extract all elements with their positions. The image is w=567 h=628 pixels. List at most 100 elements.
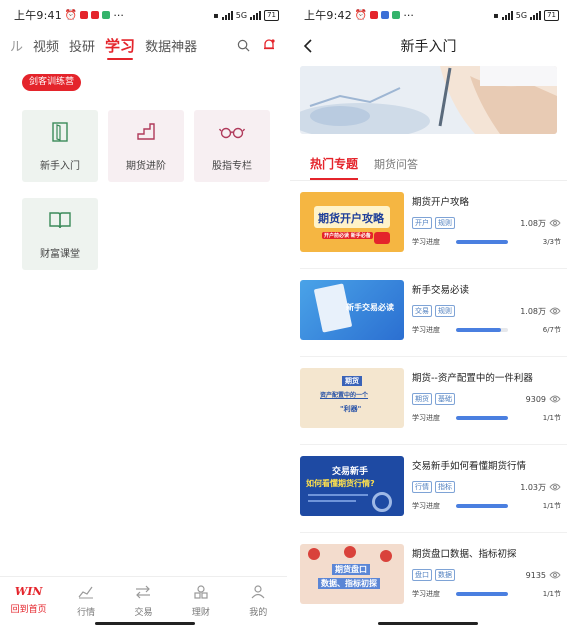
status-time: 上午9:41 [14,9,62,22]
progress-fill [456,592,508,596]
tile-label: 新手入门 [40,160,80,172]
home-indicator[interactable] [95,622,195,625]
nav-label: 交易 [134,608,153,618]
nav-mine[interactable]: 我的 [238,585,278,618]
tab-research[interactable]: 投研 [69,36,95,55]
progress-count: 1/1节 [542,502,561,510]
nav-home[interactable]: WIN 回到首页 [9,585,49,615]
progress-fill [456,240,508,244]
training-camp-badge[interactable]: 剑客训练营 [22,74,82,91]
thumb-subtitle: "利器" [340,405,362,413]
progress-label: 学习进度 [412,326,440,334]
progress-fill [456,504,508,508]
progress-count: 1/1节 [542,590,561,598]
progress-fill [456,416,508,420]
banner-image[interactable] [300,66,557,134]
signal-icon [221,10,233,20]
tab-learning[interactable]: 学习 [105,35,135,60]
tab-data-tools[interactable]: 数据神器 [145,36,197,55]
tab-hot-topics[interactable]: 热门专题 [310,155,359,180]
course-tag: 基础 [435,393,455,405]
thumb-title: 期货开户攻略 [318,212,384,225]
home-indicator[interactable] [378,622,478,625]
tile-advanced[interactable]: 期货进阶 [108,110,184,182]
view-count: 1.03万 [520,482,561,493]
tile-index-column[interactable]: 股指专栏 [194,110,270,182]
more-notifications-icon: ··· [113,8,124,22]
status-time: 上午9:42 [304,9,352,22]
thumb-subtitle: 开户前必读 新手必备 [322,232,373,239]
view-count: 1.08万 [520,306,561,317]
eye-icon [549,571,561,579]
course-title: 期货开户攻略 [412,197,470,208]
tab-cut-off[interactable]: ル [10,36,23,55]
divider [300,356,567,357]
course-tag: 规则 [435,217,455,229]
win-logo-icon: WIN [14,585,43,598]
eye-icon [549,219,561,227]
progress-label: 学习进度 [412,238,440,246]
course-tag: 数据 [435,569,455,581]
course-card[interactable]: 期货 资产配置中的一个 "利器" 期货--资产配置中的一件利器 期货 基础 93… [300,368,561,446]
course-card[interactable]: 期货开户攻略 开户前必读 新手必备 期货开户攻略 开户 规则 1.08万 学习进… [300,192,561,270]
course-card[interactable]: 新手交易必读 新手交易必读 交易 规则 1.08万 学习进度 6/7节 [300,280,561,358]
nav-label: 我的 [249,608,268,618]
page-header: 新手入门 [290,30,567,62]
course-title: 期货盘口数据、指标初探 [412,549,517,560]
chart-icon [78,585,94,602]
tile-beginner[interactable]: 新手入门 [22,110,98,182]
progress-bar [456,328,508,332]
tab-futures-qa[interactable]: 期货问答 [374,156,418,180]
thumb-title: 交易新手 [332,467,369,477]
divider [300,444,567,445]
nav-label: 行情 [77,608,96,618]
course-card[interactable]: 交易新手 如何看懂期货行情? 交易新手如何看懂期货行情 行情 指标 1.03万 … [300,456,561,534]
signal-icon [250,10,262,20]
app-notification-icon [392,11,401,19]
bell-icon[interactable] [261,37,277,53]
course-title: 期货--资产配置中的一件利器 [412,373,533,384]
thumb-title: 期货 [342,376,362,386]
app-notification-icon [381,11,390,19]
thumb-subtitle: 如何看懂期货行情? [306,479,375,488]
network-type: 5G [235,10,248,20]
course-title: 新手交易必读 [412,285,470,296]
progress-label: 学习进度 [412,502,440,510]
top-nav: ル 视频 投研 学习 数据神器 [0,30,287,60]
tile-wealth-class[interactable]: 财富课堂 [22,198,98,270]
signal-icon [501,10,513,20]
exchange-icon [135,585,151,602]
more-notifications-icon: ··· [403,8,414,22]
back-arrow-icon[interactable] [298,36,318,56]
tab-video[interactable]: 视频 [33,36,59,55]
eye-icon [549,395,561,403]
course-tag: 开户 [412,217,432,229]
message-icon: ▪ [493,10,499,20]
progress-label: 学习进度 [412,590,440,598]
nav-market[interactable]: 行情 [66,585,106,618]
thumb-title: 期货盘口 [332,564,370,575]
wealth-icon [193,585,209,602]
course-thumbnail: 期货开户攻略 开户前必读 新手必备 [300,192,404,252]
nav-finance[interactable]: 理财 [181,585,221,618]
battery-icon: 71 [264,9,279,21]
page-title: 新手入门 [400,39,457,55]
course-thumbnail: 新手交易必读 [300,280,404,340]
view-count: 1.08万 [520,218,561,229]
left-phone-screen: 上午9:41 ⏰ ··· ▪ 5G 71 ル 视频 投研 学习 数据神器 剑客训… [0,0,287,628]
progress-bar [456,504,508,508]
tile-label: 股指专栏 [212,160,252,172]
progress-fill [456,328,501,332]
nav-trade[interactable]: 交易 [123,585,163,618]
divider [300,268,567,269]
alarm-icon: ⏰ [64,9,78,21]
course-card[interactable]: 期货盘口 数据、指标初探 期货盘口数据、指标初探 盘口 数据 9135 学习进度… [300,544,561,622]
alarm-icon: ⏰ [354,9,368,21]
status-bar: 上午9:41 ⏰ ··· ▪ 5G 71 [0,0,287,30]
search-icon[interactable] [235,37,251,53]
thumb-subtitle: 资产配置中的一个 [320,392,369,399]
view-count: 9135 [526,571,561,580]
app-notification-icon [91,11,100,19]
user-icon [250,585,266,602]
course-thumbnail: 期货盘口 数据、指标初探 [300,544,404,604]
